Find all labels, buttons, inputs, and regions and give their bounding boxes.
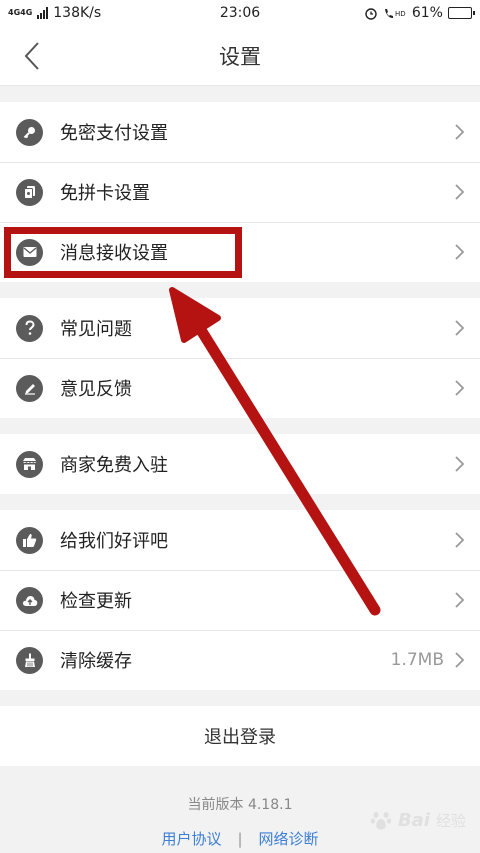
chevron-right-icon: [455, 592, 465, 608]
settings-item-faq[interactable]: 常见问题: [0, 298, 480, 358]
settings-item-label: 免密支付设置: [60, 123, 168, 144]
chevron-right-icon: [455, 652, 465, 668]
settings-item-label: 给我们好评吧: [60, 531, 168, 552]
thumbs-up-icon: [16, 526, 43, 554]
chevron-right-icon: [455, 532, 465, 548]
chevron-right-icon: [455, 184, 465, 200]
watermark-suffix: 经验: [435, 811, 466, 830]
settings-group-app: 给我们好评吧 检查更新 清除缓存 1.7MB: [0, 510, 480, 690]
battery-percent: 61%: [411, 5, 443, 21]
pencil-icon: [16, 374, 43, 402]
baidu-watermark: Bai 经验: [370, 809, 466, 831]
settings-item-clear-cache[interactable]: 清除缓存 1.7MB: [0, 630, 480, 690]
signal-icon: [37, 7, 49, 19]
paw-logo-icon: [370, 812, 392, 830]
settings-group-account: 免密支付设置 免拼卡设置 消息接收设置: [0, 102, 480, 282]
settings-item-merchant-join[interactable]: 商家免费入驻: [0, 434, 480, 494]
store-icon: [16, 450, 43, 478]
logout-button[interactable]: 退出登录: [0, 706, 480, 766]
chevron-left-icon: [24, 42, 39, 70]
nav-bar: 设置: [0, 26, 480, 86]
key-icon: [16, 118, 43, 146]
chevron-right-icon: [455, 320, 465, 336]
cloud-upload-icon: [16, 586, 43, 614]
back-button[interactable]: [14, 38, 50, 74]
footer-links: 用户协议 | 网络诊断: [0, 828, 480, 849]
chevron-right-icon: [455, 380, 465, 396]
network-speed: 138K/s: [53, 5, 102, 21]
clock: 23:06: [219, 5, 261, 21]
svg-text:HD: HD: [395, 10, 406, 18]
settings-item-label: 商家免费入驻: [60, 455, 168, 476]
alarm-icon: [365, 8, 377, 20]
settings-group-help: 常见问题 意见反馈: [0, 298, 480, 418]
network-type: 4G4G: [8, 8, 33, 17]
watermark-brand: Bai: [397, 809, 430, 831]
page-title: 设置: [219, 44, 261, 69]
settings-item-check-update[interactable]: 检查更新: [0, 570, 480, 630]
chevron-right-icon: [455, 456, 465, 472]
settings-item-label: 意见反馈: [60, 379, 132, 400]
status-bar: 4G4G 138K/s 23:06 HD 61%: [0, 0, 480, 26]
settings-item-feedback[interactable]: 意见反馈: [0, 358, 480, 418]
broom-icon: [16, 646, 43, 674]
settings-group-merchant: 商家免费入驻: [0, 434, 480, 494]
card-icon: [16, 178, 43, 206]
settings-item-label: 免拼卡设置: [60, 183, 150, 204]
cache-size: 1.7MB: [390, 650, 444, 670]
settings-item-label: 检查更新: [60, 591, 132, 612]
settings-item-message-receive[interactable]: 消息接收设置: [0, 222, 480, 282]
settings-item-label: 清除缓存: [60, 651, 132, 672]
link-separator: |: [237, 829, 243, 848]
battery-icon: [447, 7, 475, 19]
user-agreement-link[interactable]: 用户协议: [161, 828, 221, 849]
settings-item-group-card[interactable]: 免拼卡设置: [0, 162, 480, 222]
settings-item-label: 常见问题: [60, 319, 132, 340]
footer: 当前版本 4.18.1 用户协议 | 网络诊断: [0, 766, 480, 849]
chevron-right-icon: [455, 124, 465, 140]
chevron-right-icon: [455, 244, 465, 260]
network-diagnosis-link[interactable]: 网络诊断: [259, 828, 319, 849]
settings-item-rate-us[interactable]: 给我们好评吧: [0, 510, 480, 570]
question-icon: [16, 314, 43, 342]
settings-item-label: 消息接收设置: [60, 243, 168, 264]
settings-item-password-free-payment[interactable]: 免密支付设置: [0, 102, 480, 162]
mail-icon: [16, 238, 43, 266]
volte-call-icon: HD: [384, 9, 406, 18]
